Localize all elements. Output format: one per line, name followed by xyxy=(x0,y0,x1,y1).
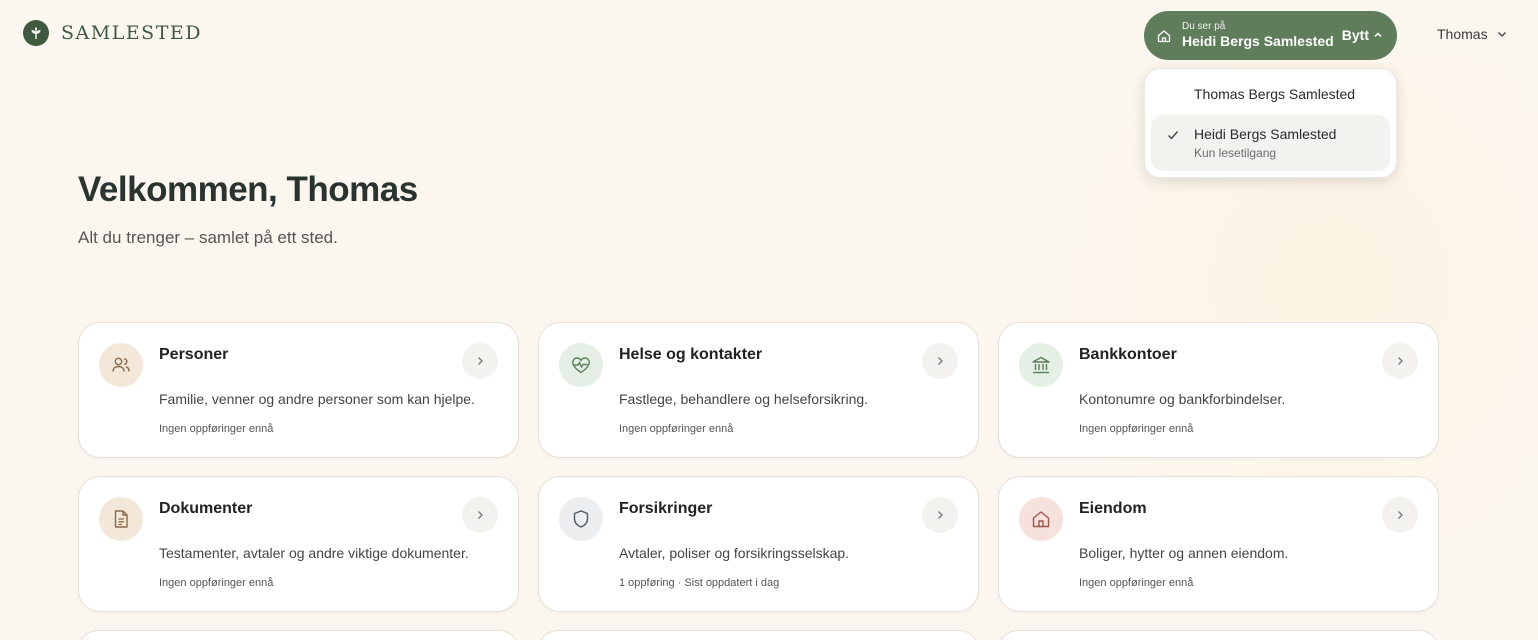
card-meta: Ingen oppføringer ennå xyxy=(1079,423,1194,435)
dropdown-item-thomas[interactable]: Thomas Bergs Samlested xyxy=(1151,75,1390,113)
card-description: Boliger, hytter og annen eiendom. xyxy=(1079,545,1289,561)
people-icon xyxy=(99,343,143,387)
samlested-dropdown: Thomas Bergs Samlested Heidi Bergs Samle… xyxy=(1144,68,1397,178)
card-title: Forsikringer xyxy=(619,500,713,517)
dropdown-item-heidi[interactable]: Heidi Bergs Samlested Kun lesetilgang xyxy=(1151,115,1390,171)
home-icon xyxy=(1157,29,1171,42)
card-description: Familie, venner og andre personer som ka… xyxy=(159,391,475,407)
switcher-current: Heidi Bergs Samlested xyxy=(1182,33,1334,49)
card-title: Dokumenter xyxy=(159,500,253,517)
chevron-up-icon xyxy=(1374,32,1382,38)
dropdown-item-name: Thomas Bergs Samlested xyxy=(1194,86,1356,102)
card-partial[interactable] xyxy=(998,630,1439,640)
user-name: Thomas xyxy=(1437,26,1488,42)
card-description: Testamenter, avtaler og andre viktige do… xyxy=(159,545,469,561)
card-title: Helse og kontakter xyxy=(619,346,763,363)
chevron-right-icon[interactable] xyxy=(462,497,498,533)
dropdown-item-access: Kun lesetilgang xyxy=(1194,146,1277,160)
switcher-action: Bytt xyxy=(1341,27,1369,43)
document-icon xyxy=(99,497,143,541)
shield-icon xyxy=(559,497,603,541)
chevron-right-icon[interactable] xyxy=(922,497,958,533)
chevron-right-icon[interactable] xyxy=(1382,497,1418,533)
user-menu-button[interactable]: Thomas xyxy=(1437,26,1508,42)
chevron-right-icon[interactable] xyxy=(922,343,958,379)
card-description: Kontonumre og bankforbindelser. xyxy=(1079,391,1286,407)
page-title: Velkommen, Thomas xyxy=(78,170,418,209)
card-title: Personer xyxy=(159,346,229,363)
brand-name: SAMLESTED xyxy=(61,22,202,44)
card-meta: Ingen oppføringer ennå xyxy=(1079,577,1194,589)
dropdown-item-name: Heidi Bergs Samlested xyxy=(1194,126,1337,142)
card-bankkontoer[interactable]: Bankkontoer Kontonumre og bankforbindels… xyxy=(998,322,1439,458)
card-title: Eiendom xyxy=(1079,500,1147,517)
card-meta: 1 oppføring · Sist oppdatert i dag xyxy=(619,577,780,589)
card-eiendom[interactable]: Eiendom Boliger, hytter og annen eiendom… xyxy=(998,476,1439,612)
card-description: Avtaler, poliser og forsikringsselskap. xyxy=(619,545,850,561)
heart-pulse-icon xyxy=(559,343,603,387)
page-subtitle: Alt du trenger – samlet på ett sted. xyxy=(78,228,338,247)
card-personer[interactable]: Personer Familie, venner og andre person… xyxy=(78,322,519,458)
card-meta: Ingen oppføringer ennå xyxy=(159,423,274,435)
card-title: Bankkontoer xyxy=(1079,346,1177,363)
card-description: Fastlege, behandlere og helseforsikring. xyxy=(619,391,869,407)
card-partial[interactable] xyxy=(538,630,979,640)
chevron-right-icon[interactable] xyxy=(1382,343,1418,379)
leaf-logo-icon xyxy=(23,20,49,46)
card-partial[interactable] xyxy=(78,630,519,640)
category-grid: Personer Familie, venner og andre person… xyxy=(78,322,1439,640)
card-dokumenter[interactable]: Dokumenter Testamenter, avtaler og andre… xyxy=(78,476,519,612)
brand-logo[interactable]: SAMLESTED xyxy=(23,20,202,46)
card-forsikringer[interactable]: Forsikringer Avtaler, poliser og forsikr… xyxy=(538,476,979,612)
chevron-down-icon xyxy=(1497,32,1506,37)
samlested-switcher-button[interactable]: Du ser på Heidi Bergs Samlested Bytt xyxy=(1144,11,1397,60)
card-meta: Ingen oppføringer ennå xyxy=(619,423,734,435)
house-icon xyxy=(1019,497,1063,541)
switcher-caption: Du ser på xyxy=(1182,21,1226,32)
card-helse-og-kontakter[interactable]: Helse og kontakter Fastlege, behandlere … xyxy=(538,322,979,458)
bank-icon xyxy=(1019,343,1063,387)
checkmark-icon xyxy=(1168,131,1179,140)
chevron-right-icon[interactable] xyxy=(462,343,498,379)
card-meta: Ingen oppføringer ennå xyxy=(159,577,274,589)
